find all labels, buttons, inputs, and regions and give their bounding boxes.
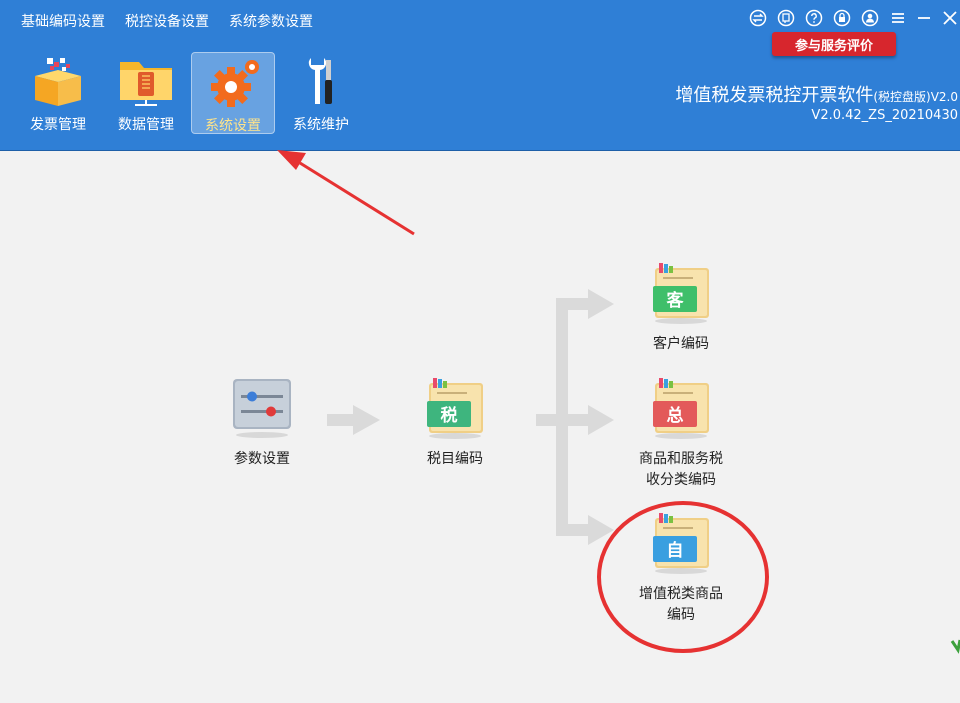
exchange-icon[interactable] — [749, 9, 767, 27]
toolbar-label: 发票管理 — [30, 117, 86, 133]
help-icon[interactable] — [805, 9, 823, 27]
vat-goods-code-node[interactable]: 自 增值税类商品 编码 — [611, 512, 751, 626]
toolbar-invoice-management[interactable]: 发票管理 — [16, 52, 100, 134]
toolbar-system-settings[interactable]: 系统设置 — [191, 52, 275, 134]
badge-text: 总 — [667, 405, 684, 426]
toolbar-system-maintenance[interactable]: 系统维护 — [279, 52, 363, 134]
node-label: 商品和服务税 收分类编码 — [639, 451, 723, 488]
badge-text: 自 — [667, 540, 684, 561]
close-icon[interactable] — [941, 9, 959, 27]
menu-basic-code-settings[interactable]: 基础编码设置 — [21, 11, 105, 31]
user-icon[interactable] — [861, 9, 879, 27]
menu-system-param-settings[interactable]: 系统参数设置 — [229, 11, 313, 31]
node-label: 参数设置 — [234, 451, 290, 467]
app-header: 基础编码设置 税控设备设置 系统参数设置 参与服务评价 发票管理 数据管理 系统… — [0, 0, 960, 151]
data-folder-icon — [120, 62, 172, 106]
tools-icon — [308, 58, 332, 104]
toolbar-label: 系统设置 — [205, 118, 261, 134]
goods-tax-classification-node[interactable]: 总 商品和服务税 收分类编码 — [611, 377, 751, 491]
customer-code-node[interactable]: 客 客户编码 — [611, 262, 751, 355]
customer-book-icon: 客 — [653, 263, 709, 324]
node-label: 客户编码 — [653, 336, 709, 352]
toolbar-data-management[interactable]: 数据管理 — [104, 52, 188, 134]
vat-goods-book-icon: 自 — [653, 513, 709, 574]
invoice-box-icon — [35, 58, 81, 106]
green-mark-fragment — [950, 639, 960, 654]
evaluate-service-button[interactable]: 参与服务评价 — [772, 32, 896, 56]
menu-tax-device-settings[interactable]: 税控设备设置 — [125, 11, 209, 31]
app-title: 增值税发票税控开票软件(税控盘版)V2.0 — [675, 85, 958, 106]
feedback-icon[interactable] — [777, 9, 795, 27]
gear-icon — [211, 60, 259, 107]
node-label: 税目编码 — [427, 451, 483, 467]
red-arrow-annotation — [277, 150, 415, 236]
node-label: 增值税类商品 编码 — [639, 586, 723, 623]
goods-book-icon: 总 — [653, 378, 709, 439]
sliders-icon — [233, 379, 291, 438]
minimize-icon[interactable] — [915, 9, 933, 27]
param-settings-node[interactable]: 参数设置 — [192, 377, 332, 470]
toolbar-label: 数据管理 — [118, 117, 174, 133]
badge-text: 税 — [441, 405, 458, 426]
badge-text: 客 — [666, 290, 685, 311]
app-version: V2.0.42_ZS_20210430 — [811, 108, 958, 123]
lock-icon[interactable] — [833, 9, 851, 27]
tax-code-book-icon: 税 — [427, 378, 483, 439]
menu-icon[interactable] — [889, 9, 907, 27]
tax-code-node[interactable]: 税 税目编码 — [385, 377, 525, 470]
toolbar-label: 系统维护 — [293, 117, 349, 133]
